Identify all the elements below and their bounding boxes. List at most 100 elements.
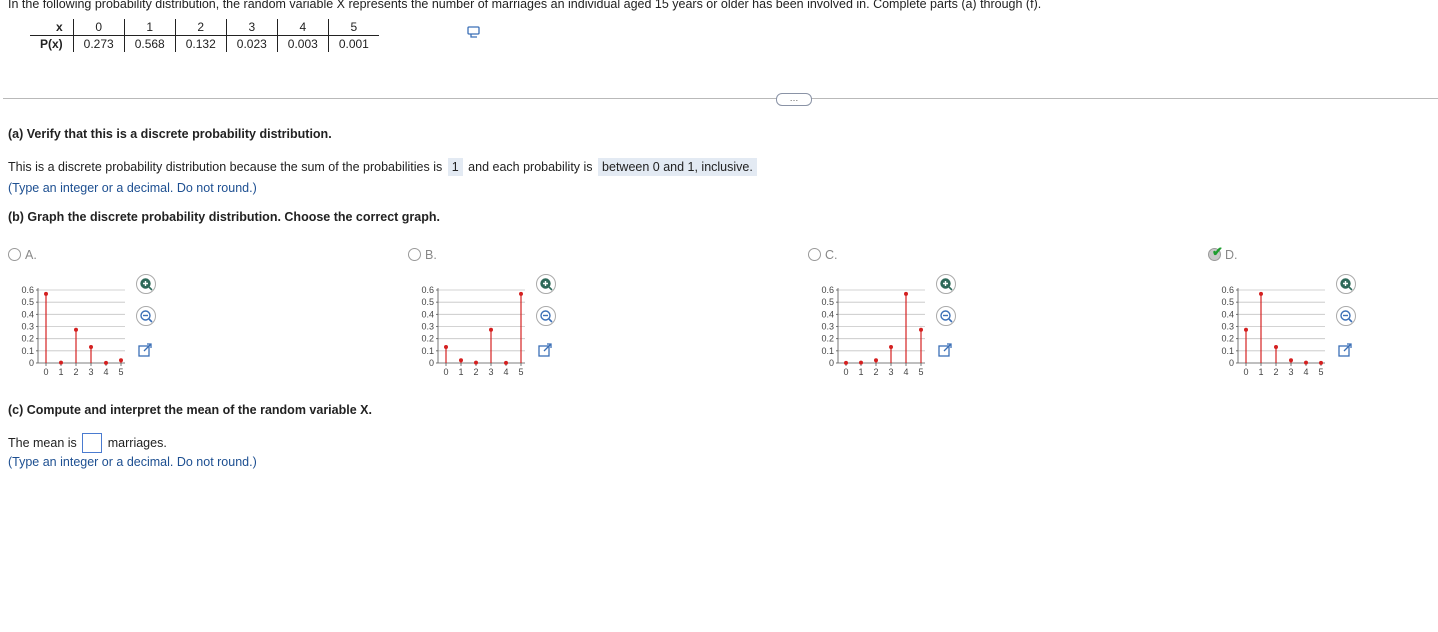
x-tick-label: 0 (1243, 367, 1248, 377)
probability-point (474, 360, 478, 365)
x-tick-label: 3 (88, 367, 93, 377)
graph-option[interactable]: A. 0.6 0.5 0.4 0.3 0.2 0.1 0 0 1 2 3 4 5 (8, 248, 168, 378)
y-tick-label: 0.1 (21, 346, 34, 356)
zoom-in-icon[interactable] (1336, 274, 1356, 294)
probability-point (844, 360, 848, 365)
part-a-sentence-mid: and each probability is (468, 160, 593, 174)
probability-point (119, 358, 123, 363)
sum-answer-box[interactable]: 1 (447, 158, 463, 176)
probability-point (504, 360, 508, 365)
option-letter: B. (425, 248, 437, 262)
graph-option[interactable]: ✔ D. 0.6 0.5 0.4 0.3 0.2 0.1 0 0 1 2 3 4 5 (1208, 244, 1368, 378)
y-tick-label: 0.3 (21, 322, 34, 332)
zoom-in-icon[interactable] (536, 274, 556, 294)
mean-suffix: marriages. (107, 436, 167, 450)
more-button[interactable]: … (776, 93, 812, 106)
zoom-out-icon[interactable] (136, 306, 156, 326)
zoom-in-icon[interactable] (136, 274, 156, 294)
x-tick-label: 3 (488, 367, 493, 377)
graph-option[interactable]: B. 0.6 0.5 0.4 0.3 0.2 0.1 0 0 1 2 3 4 5 (408, 248, 568, 378)
x-value: 4 (277, 19, 329, 36)
probability-point (459, 358, 463, 363)
option-label[interactable]: B. (408, 248, 437, 262)
y-tick-label: 0.1 (421, 346, 434, 356)
y-tick-label: 0 (29, 358, 34, 368)
probability-point (59, 360, 63, 365)
probability-point (904, 291, 908, 296)
option-label[interactable]: C. (808, 248, 838, 262)
option-label[interactable]: ✔ D. (1208, 244, 1238, 262)
probability-point (859, 360, 863, 365)
x-tick-label: 4 (1303, 367, 1308, 377)
y-tick-label: 0.1 (1221, 346, 1234, 356)
popout-icon[interactable] (536, 341, 554, 359)
probability-point (1289, 358, 1293, 363)
popout-icon[interactable] (1336, 341, 1354, 359)
probability-point (919, 327, 923, 332)
problem-statement: In the following probability distributio… (8, 0, 1042, 11)
radio-button[interactable] (808, 248, 821, 261)
probability-point (89, 344, 93, 349)
y-tick-label: 0.5 (821, 297, 834, 307)
part-c-heading: (c) Compute and interpret the mean of th… (8, 403, 372, 417)
y-tick-label: 0.6 (1221, 285, 1234, 295)
zoom-out-icon[interactable] (1336, 306, 1356, 326)
y-tick-label: 0.6 (421, 285, 434, 295)
probability-point (519, 291, 523, 296)
mean-input[interactable] (82, 433, 103, 453)
part-a-heading-text: (a) Verify that this is a discrete proba… (8, 127, 332, 141)
y-tick-label: 0.3 (1221, 322, 1234, 332)
x-value: 1 (124, 19, 176, 36)
x-tick-label: 2 (1273, 367, 1278, 377)
copy-icon[interactable] (467, 25, 481, 38)
x-tick-label: 4 (503, 367, 508, 377)
y-tick-label: 0.4 (1221, 309, 1234, 319)
y-tick-label: 0.2 (821, 334, 834, 344)
x-tick-label: 4 (103, 367, 108, 377)
part-a-heading: (a) Verify that this is a discrete proba… (8, 127, 332, 141)
probability-point (1259, 291, 1263, 296)
graph-option[interactable]: C. 0.6 0.5 0.4 0.3 0.2 0.1 0 0 1 2 3 4 5 (808, 248, 968, 378)
x-tick-label: 1 (1258, 367, 1263, 377)
y-tick-label: 0.5 (1221, 297, 1234, 307)
p-value: 0.568 (124, 35, 176, 52)
part-a-answer-line: This is a discrete probability distribut… (8, 158, 759, 176)
x-tick-label: 3 (1288, 367, 1293, 377)
option-letter: D. (1225, 248, 1238, 262)
part-a-sentence-start: This is a discrete probability distribut… (8, 160, 443, 174)
x-tick-label: 4 (903, 367, 908, 377)
x-tick-label: 0 (843, 367, 848, 377)
option-label[interactable]: A. (8, 248, 37, 262)
probability-point (874, 358, 878, 363)
popout-icon[interactable] (136, 341, 154, 359)
probability-graph: 0.60.50.40.30.20.100 1 2 3 4 5 (821, 285, 925, 377)
mean-prefix: The mean is (8, 436, 77, 450)
probability-point (44, 291, 48, 296)
probability-graph: 0.60.50.40.30.20.100 1 2 3 4 5 (21, 285, 125, 377)
distribution-table: x 0 1 2 3 4 5 P(x) 0.273 0.568 0.132 0.0… (30, 19, 379, 52)
x-tick-label: 0 (43, 367, 48, 377)
option-letter: A. (25, 248, 37, 262)
part-b-heading: (b) Graph the discrete probability distr… (8, 210, 440, 224)
p-value: 0.003 (277, 35, 329, 52)
y-tick-label: 0.5 (421, 297, 434, 307)
zoom-out-icon[interactable] (936, 306, 956, 326)
probability-graph: 0.60.50.40.30.20.100 1 2 3 4 5 (1221, 285, 1325, 377)
x-tick-label: 1 (858, 367, 863, 377)
radio-button[interactable] (8, 248, 21, 261)
y-tick-label: 0.4 (21, 309, 34, 319)
y-tick-label: 0.1 (821, 346, 834, 356)
zoom-out-icon[interactable] (536, 306, 556, 326)
x-tick-label: 5 (118, 367, 123, 377)
y-tick-label: 0.5 (21, 297, 34, 307)
radio-button[interactable] (408, 248, 421, 261)
probability-point (1304, 360, 1308, 365)
y-tick-label: 0.6 (21, 285, 34, 295)
popout-icon[interactable] (936, 341, 954, 359)
probability-point (1244, 327, 1248, 332)
x-tick-label: 5 (1318, 367, 1323, 377)
x-tick-label: 1 (58, 367, 63, 377)
zoom-in-icon[interactable] (936, 274, 956, 294)
range-answer-box[interactable]: between 0 and 1, inclusive. (598, 158, 757, 176)
x-value: 5 (328, 19, 379, 36)
